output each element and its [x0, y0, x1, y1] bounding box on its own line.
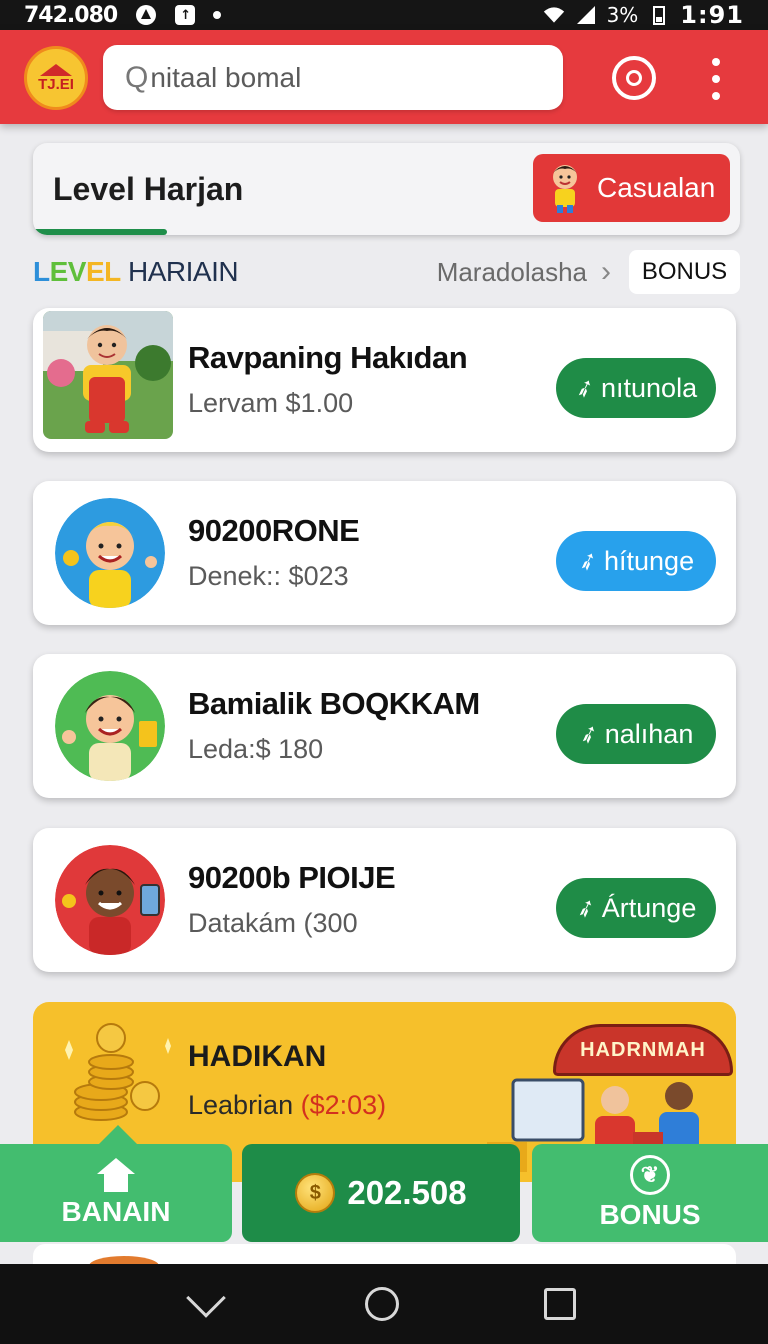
bonus-chip[interactable]: BONUS — [629, 250, 740, 294]
task-reward: Lervam $1.00 — [188, 388, 354, 418]
more-menu-icon[interactable] — [704, 58, 728, 100]
balance-button[interactable]: $ 202.508 — [242, 1144, 520, 1242]
assistant-icon — [135, 5, 157, 25]
level-title: Level Harjan — [53, 171, 244, 207]
task-action-button[interactable]: ➶ Ártunge — [556, 878, 716, 938]
casual-button-label: Casualan — [597, 172, 716, 203]
nav-bonus-button[interactable]: ❦ BONUS — [532, 1144, 768, 1242]
child-avatar-icon — [541, 161, 589, 215]
task-card[interactable]: Ravpaning Hakıdan Lervam $1.00 ➶ nıtunol… — [33, 308, 736, 452]
section-link[interactable]: Maradolasha › — [437, 255, 611, 289]
section-title: LEVEL HARIAIN — [33, 256, 239, 287]
dot-icon — [213, 11, 222, 19]
search-input[interactable] — [150, 61, 511, 94]
level-progress-bar — [33, 229, 168, 235]
avatar — [55, 498, 165, 608]
leaf-icon: ➶ — [574, 717, 603, 751]
task-action-button[interactable]: ➶ nalıhan — [556, 704, 716, 764]
nav-indicator — [98, 1125, 138, 1145]
task-action-label: hítunge — [604, 545, 695, 576]
balance-value: 202.508 — [347, 1174, 467, 1211]
leaf-icon: ➶ — [570, 371, 600, 405]
leaf-icon: ➶ — [571, 891, 600, 925]
banner-amount: ($2:03) — [300, 1090, 387, 1120]
task-title: 90200b PIOIJE — [188, 860, 396, 895]
banner-subtitle: Leabrian ($2:03) — [188, 1090, 387, 1120]
casual-button[interactable]: Casualan — [533, 154, 730, 222]
target-center — [626, 70, 642, 86]
task-action-label: nalıhan — [604, 718, 694, 749]
nav-bonus-label: BONUS — [599, 1199, 701, 1230]
status-text: 742.080 — [24, 2, 118, 28]
search-icon: Q — [125, 60, 149, 94]
coin-stack-icon — [65, 1023, 171, 1121]
task-card[interactable]: Bamialik BOQKKAM Leda:$ 180 ➶ nalıhan — [33, 654, 736, 798]
notification-icon: ↑ — [175, 5, 196, 25]
avatar — [55, 845, 165, 955]
avatar — [55, 671, 165, 781]
signal-icon — [575, 5, 597, 25]
nav-home-button[interactable]: BANAIN — [0, 1144, 232, 1242]
task-card[interactable]: 90200RONE Denek:: $023 ➶ hítunge — [33, 481, 736, 625]
house-roof-icon — [40, 64, 72, 76]
task-photo — [43, 311, 173, 439]
clock: 1:91 — [680, 1, 744, 29]
home-icon — [97, 1158, 135, 1192]
banner-title: HADIKAN — [188, 1040, 327, 1073]
chevron-right-icon: › — [601, 255, 611, 288]
level-card: Level Harjan Casualan — [33, 143, 740, 235]
recents-icon[interactable] — [543, 1288, 576, 1320]
app-logo[interactable]: TJ.EI — [24, 46, 88, 110]
back-icon[interactable] — [186, 1278, 227, 1318]
search-bar[interactable]: Q — [103, 45, 563, 110]
task-card[interactable]: 90200b PIOIJE Datakám (300 ➶ Ártunge — [33, 828, 736, 972]
leaf-icon: ➶ — [573, 544, 603, 578]
next-card-peek — [33, 1244, 736, 1276]
logo-text: TJ.EI — [38, 76, 74, 93]
coin-icon: $ — [295, 1173, 336, 1213]
wifi-icon — [543, 5, 565, 25]
task-title: 90200RONE — [188, 513, 360, 548]
section-link-label: Maradolasha — [436, 256, 587, 287]
nav-home-label: BANAIN — [61, 1196, 171, 1227]
task-action-button[interactable]: ➶ hítunge — [556, 531, 716, 591]
system-nav-bar — [0, 1264, 768, 1344]
task-reward: Denek:: $023 — [188, 561, 349, 591]
status-bar: 742.080 ↑ 3% 1:91 — [0, 0, 768, 30]
task-reward: Datakám (300 — [188, 908, 358, 938]
leaf-icon: ❦ — [630, 1155, 670, 1195]
home-circle-icon[interactable] — [364, 1287, 399, 1321]
task-action-button[interactable]: ➶ nıtunola — [556, 358, 716, 418]
section-header: LEVEL HARIAIN Maradolasha › BONUS — [33, 250, 740, 294]
app-header: TJ.EI Q — [0, 30, 768, 124]
battery-percent: 3% — [606, 3, 639, 27]
task-reward: Leda:$ 180 — [188, 734, 324, 764]
task-title: Ravpaning Hakıdan — [188, 340, 468, 375]
task-action-label: nıtunola — [601, 372, 698, 403]
target-icon[interactable] — [612, 56, 656, 100]
battery-icon — [648, 5, 670, 25]
task-action-label: Ártunge — [601, 892, 697, 923]
task-title: Bamialik BOQKKAM — [188, 686, 480, 721]
